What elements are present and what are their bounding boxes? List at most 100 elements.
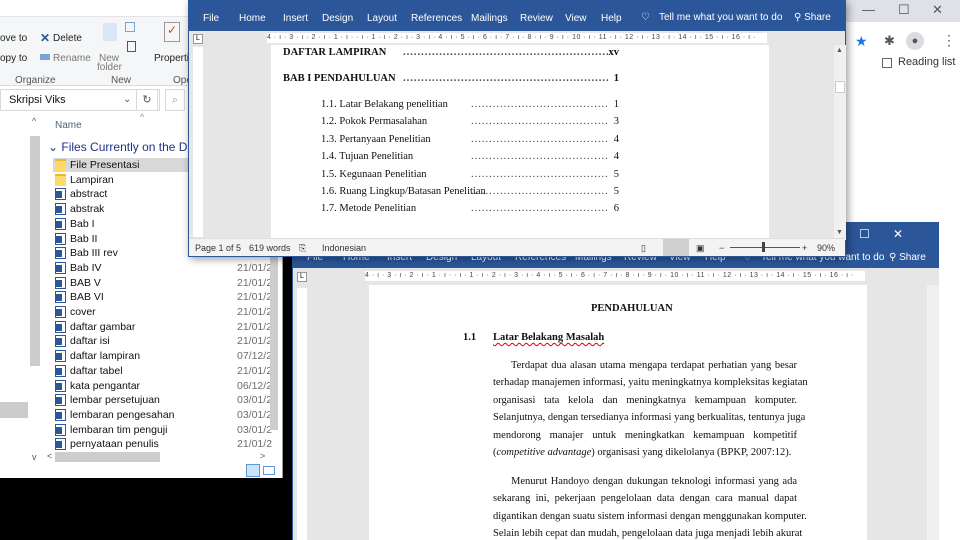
word-doc-icon bbox=[55, 438, 66, 451]
language[interactable]: Indonesian bbox=[322, 243, 366, 253]
toc-entry[interactable]: 1.7. Metode Penelitian 6.................… bbox=[321, 203, 619, 214]
chrome-toolbar: ★ ✱ ● ⋮ bbox=[840, 32, 960, 52]
word1-vertical-ruler[interactable] bbox=[193, 47, 203, 237]
search-icon[interactable]: ⌕ bbox=[165, 89, 185, 111]
word2-maximize-button[interactable]: ☐ bbox=[859, 227, 870, 241]
close-button[interactable]: ✕ bbox=[932, 2, 943, 18]
maximize-button[interactable]: ☐ bbox=[898, 2, 910, 18]
toc-label: 1.3. Pertanyaan Penelitian bbox=[321, 134, 431, 145]
tab-selector[interactable]: L bbox=[193, 34, 203, 44]
tab-home[interactable]: Home bbox=[239, 13, 266, 24]
nav-scrollbar[interactable] bbox=[30, 136, 40, 366]
tab-design[interactable]: Design bbox=[322, 13, 353, 24]
word-count[interactable]: 619 words bbox=[249, 243, 291, 253]
scroll-up-icon[interactable]: ▲ bbox=[836, 47, 843, 54]
scroll-up-icon[interactable]: ^ bbox=[32, 116, 36, 126]
toc-entry[interactable]: 1.1. Latar Belakang penelitian 1.........… bbox=[321, 99, 619, 110]
file-row[interactable]: BAB V 21/01/2 bbox=[53, 276, 283, 290]
tab-file[interactable]: File bbox=[203, 13, 219, 24]
toc-entry[interactable]: 1.6. Ruang Lingkup/Batasan Penelitian 5..… bbox=[321, 186, 619, 197]
toc-entry[interactable]: 1.5. Kegunaan Penelitian 5...............… bbox=[321, 169, 619, 180]
toc-entry[interactable]: 1.2. Pokok Permasalahan 3................… bbox=[321, 116, 619, 127]
file-row[interactable]: pernyataan penulis 21/01/2 bbox=[53, 437, 283, 451]
word-doc-icon bbox=[55, 276, 66, 289]
tab-mailings[interactable]: Mailings bbox=[471, 13, 508, 24]
word2-horizontal-ruler[interactable]: 4 · ı · 3 · ı · 2 · ı · 1 · ı · · ı · 1 … bbox=[365, 271, 865, 281]
word2-share-button[interactable]: ⚲ Share bbox=[889, 252, 926, 263]
file-row[interactable]: daftar isi 21/01/2 bbox=[53, 334, 283, 348]
file-row[interactable]: daftar gambar 21/01/2 bbox=[53, 320, 283, 334]
file-row[interactable]: cover 21/01/2 bbox=[53, 305, 283, 319]
new-item-icon[interactable] bbox=[125, 22, 135, 32]
large-icons-view-icon[interactable] bbox=[263, 466, 275, 475]
tab-review[interactable]: Review bbox=[520, 13, 553, 24]
file-row[interactable]: lembaran pengesahan 03/01/2 bbox=[53, 408, 283, 422]
word1-ribbon-tabs: File Home Insert Design Layout References Mail… bbox=[189, 1, 845, 31]
print-layout-icon[interactable] bbox=[663, 239, 689, 256]
toc-entry[interactable]: BAB I PENDAHULUAN 1......................… bbox=[283, 73, 619, 84]
toc-entry[interactable]: 1.3. Pertanyaan Penelitian 4.............… bbox=[321, 134, 619, 145]
word-doc-icon bbox=[55, 335, 66, 348]
word2-vscrollbar[interactable] bbox=[927, 285, 939, 540]
refresh-button[interactable]: ↻ bbox=[136, 89, 158, 111]
word1-vscrollbar[interactable]: ▲ ▼ bbox=[834, 45, 846, 240]
file-list-hscrollbar[interactable] bbox=[55, 452, 160, 462]
file-row[interactable]: Bab IV 21/01/2 bbox=[53, 261, 283, 275]
toc-entry[interactable]: 1.4. Tujuan Penelitian 4.................… bbox=[321, 151, 619, 162]
zoom-level[interactable]: 90% bbox=[817, 243, 835, 253]
page-count[interactable]: Page 1 of 5 bbox=[195, 243, 241, 253]
word2-vertical-ruler[interactable] bbox=[297, 288, 307, 540]
scroll-down-icon[interactable]: ▼ bbox=[836, 229, 843, 236]
menu-icon[interactable]: ⋮ bbox=[942, 32, 956, 49]
file-row[interactable]: BAB VI 21/01/2 bbox=[53, 290, 283, 304]
word1-horizontal-ruler[interactable]: 4 · ı · 3 · ı · 2 · ı · 1 · ı · · ı · 1 … bbox=[267, 33, 767, 43]
profile-icon[interactable]: ● bbox=[906, 32, 924, 50]
reading-list-button[interactable]: Reading list bbox=[898, 56, 955, 68]
file-row[interactable]: kata pengantar 06/12/2 bbox=[53, 379, 283, 393]
tab-insert[interactable]: Insert bbox=[283, 13, 308, 24]
rename-button[interactable]: Rename bbox=[53, 53, 91, 64]
tab-help[interactable]: Help bbox=[601, 13, 622, 24]
read-mode-icon[interactable]: ▯ bbox=[641, 243, 646, 254]
zoom-slider[interactable] bbox=[730, 247, 800, 248]
zoom-out-button[interactable]: − bbox=[719, 243, 724, 253]
word2-close-button[interactable]: ✕ bbox=[893, 227, 903, 241]
file-row[interactable]: daftar lampiran 07/12/2 bbox=[53, 349, 283, 363]
minimize-button[interactable]: — bbox=[862, 2, 875, 17]
chevron-down-icon[interactable]: ⌄ bbox=[123, 94, 131, 105]
properties-icon: ✓ bbox=[164, 22, 180, 42]
tab-layout[interactable]: Layout bbox=[367, 13, 397, 24]
bookmark-star-icon[interactable]: ★ bbox=[855, 33, 868, 50]
toc-page-number: 3 bbox=[613, 116, 619, 127]
share-label: Share bbox=[899, 252, 926, 263]
scroll-down-icon[interactable]: v bbox=[32, 452, 37, 462]
word2-document-page[interactable]: PENDAHULUAN 1.1 Latar Belakang Masalah T… bbox=[369, 285, 867, 540]
details-view-icon[interactable] bbox=[246, 464, 260, 477]
zoom-slider-thumb[interactable] bbox=[761, 242, 765, 252]
easy-access-icon[interactable] bbox=[127, 41, 136, 52]
file-date: 21/01/2 bbox=[237, 335, 273, 348]
move-to-button[interactable]: ove to bbox=[0, 33, 27, 44]
web-layout-icon[interactable]: ▣ bbox=[696, 243, 705, 254]
file-name: abstract bbox=[70, 188, 108, 201]
tab-selector[interactable]: L bbox=[297, 272, 307, 282]
toc-entry[interactable]: DAFTAR LAMPIRAN xv.......................… bbox=[283, 47, 619, 58]
copy-to-button[interactable]: opy to bbox=[0, 53, 27, 64]
word1-document-page[interactable]: DAFTAR LAMPIRAN xv.......................… bbox=[271, 45, 769, 240]
tab-references[interactable]: References bbox=[411, 13, 462, 24]
proofing-icon[interactable]: ⎘ bbox=[299, 243, 306, 254]
word-window-1: File Home Insert Design Layout References Mail… bbox=[188, 0, 846, 257]
file-row[interactable]: daftar tabel 21/01/2 bbox=[53, 364, 283, 378]
file-row[interactable]: lembaran tim penguji 03/01/2 bbox=[53, 423, 283, 437]
file-row[interactable]: lembar persetujuan 03/01/2 bbox=[53, 393, 283, 407]
nav-selected-item[interactable] bbox=[0, 402, 28, 418]
scroll-left-icon[interactable]: < bbox=[47, 451, 52, 461]
delete-button[interactable]: Delete bbox=[53, 33, 82, 44]
share-button[interactable]: ⚲ Share bbox=[794, 12, 831, 23]
zoom-in-button[interactable]: + bbox=[802, 243, 807, 253]
tab-view[interactable]: View bbox=[565, 13, 587, 24]
scroll-thumb[interactable] bbox=[835, 81, 845, 93]
extensions-icon[interactable]: ✱ bbox=[884, 33, 895, 49]
tell-me-search[interactable]: Tell me what you want to do bbox=[659, 12, 782, 23]
scroll-right-icon[interactable]: > bbox=[260, 451, 265, 461]
